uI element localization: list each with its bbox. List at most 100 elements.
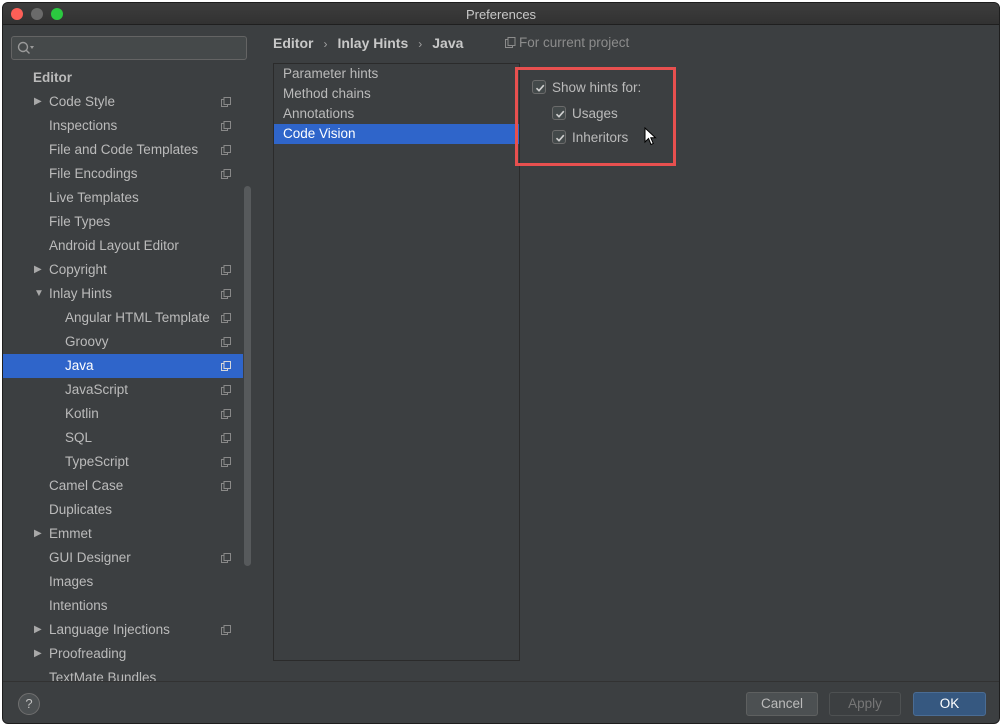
sidebar-item-language-injections[interactable]: ▶ Language Injections: [3, 618, 243, 642]
project-scope-icon: [221, 433, 231, 443]
sidebar-item-label: TypeScript: [65, 454, 129, 469]
sidebar-item-editor[interactable]: Editor: [3, 66, 243, 90]
project-scope-icon: [221, 553, 231, 563]
sidebar-item-label: File Encodings: [49, 166, 138, 181]
sidebar-item-copyright[interactable]: ▶ Copyright: [3, 258, 243, 282]
inheritors-option[interactable]: Inheritors: [552, 129, 628, 147]
project-scope-icon: [221, 337, 231, 347]
sidebar-item-camel-case[interactable]: Camel Case: [3, 474, 243, 498]
sidebar-item-java[interactable]: Java: [3, 354, 243, 378]
usages-option[interactable]: Usages: [552, 105, 618, 123]
sidebar-item-proofreading[interactable]: ▶ Proofreading: [3, 642, 243, 666]
project-scope-icon: [221, 409, 231, 419]
sidebar-item-typescript[interactable]: TypeScript: [3, 450, 243, 474]
sidebar-item-label: Emmet: [49, 526, 92, 541]
sidebar-item-emmet[interactable]: ▶ Emmet: [3, 522, 243, 546]
checkmark-icon: [555, 110, 565, 118]
sidebar-item-label: TextMate Bundles: [49, 670, 157, 681]
breadcrumb: Editor › Inlay Hints › Java: [273, 33, 463, 53]
sidebar-item-android-layout-editor[interactable]: Android Layout Editor: [3, 234, 243, 258]
sidebar-item-code-style[interactable]: ▶ Code Style: [3, 90, 243, 114]
breadcrumb-inlay-hints[interactable]: Inlay Hints: [337, 35, 408, 51]
breadcrumb-editor[interactable]: Editor: [273, 35, 313, 51]
sidebar-item-label: Duplicates: [49, 502, 113, 517]
ok-button[interactable]: OK: [913, 692, 986, 716]
collapse-arrow-icon[interactable]: ▶: [34, 258, 44, 282]
project-scope-icon: [221, 625, 231, 635]
project-scope-icon: [221, 361, 231, 371]
project-scope-icon: [221, 385, 231, 395]
collapse-arrow-icon[interactable]: ▶: [34, 618, 44, 642]
sidebar-item-gui-designer[interactable]: GUI Designer: [3, 546, 243, 570]
show-hints-option[interactable]: Show hints for:: [532, 79, 641, 97]
hint-item-code-vision[interactable]: Code Vision: [274, 124, 519, 144]
sidebar-item-javascript[interactable]: JavaScript: [3, 378, 243, 402]
sidebar-item-duplicates[interactable]: Duplicates: [3, 498, 243, 522]
sidebar-item-intentions[interactable]: Intentions: [3, 594, 243, 618]
sidebar-item-label: Kotlin: [65, 406, 99, 421]
preferences-window: Preferences Editor ▶ Code Style Inspections…: [2, 2, 1000, 724]
sidebar-item-images[interactable]: Images: [3, 570, 243, 594]
sidebar-item-label: Java: [65, 358, 94, 373]
sidebar-item-label: SQL: [65, 430, 93, 445]
usages-checkbox[interactable]: [552, 106, 566, 120]
project-scope-icon: [221, 121, 231, 131]
settings-sidebar: Editor ▶ Code Style Inspections File and Cod…: [3, 26, 253, 681]
checkmark-icon: [555, 134, 565, 142]
collapse-arrow-icon[interactable]: ▶: [34, 90, 44, 114]
sidebar-item-label: Images: [49, 574, 94, 589]
sidebar-item-file-encodings[interactable]: File Encodings: [3, 162, 243, 186]
sidebar-item-inlay-hints[interactable]: ▼ Inlay Hints: [3, 282, 243, 306]
sidebar-item-label: GUI Designer: [49, 550, 131, 565]
sidebar-item-textmate-bundles[interactable]: TextMate Bundles: [3, 666, 243, 681]
breadcrumb-separator-icon: ›: [323, 37, 328, 51]
usages-label: Usages: [572, 106, 618, 121]
breadcrumb-separator-icon: ›: [418, 37, 423, 51]
window-title: Preferences: [465, 7, 537, 22]
sidebar-item-label: Groovy: [65, 334, 109, 349]
sidebar-item-label: Android Layout Editor: [49, 238, 179, 253]
apply-button[interactable]: Apply: [829, 692, 901, 716]
sidebar-item-label: JavaScript: [65, 382, 129, 397]
sidebar-item-angular-html-template[interactable]: Angular HTML Template: [3, 306, 243, 330]
checkmark-icon: [535, 84, 545, 92]
expand-arrow-icon[interactable]: ▼: [34, 282, 44, 306]
breadcrumb-java: Java: [432, 35, 464, 51]
sidebar-item-label: File Types: [49, 214, 111, 229]
sidebar-item-file-types[interactable]: File Types: [3, 210, 243, 234]
project-scope-icon: [221, 97, 231, 107]
collapse-arrow-icon[interactable]: ▶: [34, 522, 44, 546]
help-button[interactable]: ?: [18, 693, 40, 715]
project-scope-icon: [505, 37, 516, 48]
collapse-arrow-icon[interactable]: ▶: [34, 642, 44, 666]
sidebar-item-sql[interactable]: SQL: [3, 426, 243, 450]
project-scope-icon: [221, 265, 231, 275]
code-vision-options: [523, 63, 993, 661]
cancel-button[interactable]: Cancel: [746, 692, 818, 716]
hint-item-annotations[interactable]: Annotations: [274, 104, 519, 124]
hint-item-method-chains[interactable]: Method chains: [274, 84, 519, 104]
sidebar-scrollbar[interactable]: [244, 186, 251, 566]
project-scope-icon: [221, 169, 231, 179]
sidebar-item-inspections[interactable]: Inspections: [3, 114, 243, 138]
project-scope-note: For current project: [505, 33, 629, 53]
sidebar-item-live-templates[interactable]: Live Templates: [3, 186, 243, 210]
sidebar-item-label: Inspections: [49, 118, 118, 133]
scope-label: For current project: [519, 35, 630, 50]
show-hints-label: Show hints for:: [552, 80, 642, 95]
sidebar-item-label: Copyright: [49, 262, 107, 277]
sidebar-item-label: Camel Case: [49, 478, 124, 493]
settings-search-input[interactable]: [11, 36, 247, 60]
sidebar-item-label: Editor: [33, 70, 72, 85]
title-bar: Preferences: [3, 3, 999, 25]
project-scope-icon: [221, 289, 231, 299]
project-scope-icon: [221, 313, 231, 323]
show-hints-checkbox[interactable]: [532, 80, 546, 94]
sidebar-item-kotlin[interactable]: Kotlin: [3, 402, 243, 426]
sidebar-item-file-and-code-templates[interactable]: File and Code Templates: [3, 138, 243, 162]
hint-item-parameter-hints[interactable]: Parameter hints: [274, 64, 519, 84]
search-icon: [17, 41, 34, 54]
hint-type-list: Parameter hints Method chains Annotation…: [273, 63, 520, 661]
sidebar-item-groovy[interactable]: Groovy: [3, 330, 243, 354]
inheritors-checkbox[interactable]: [552, 130, 566, 144]
